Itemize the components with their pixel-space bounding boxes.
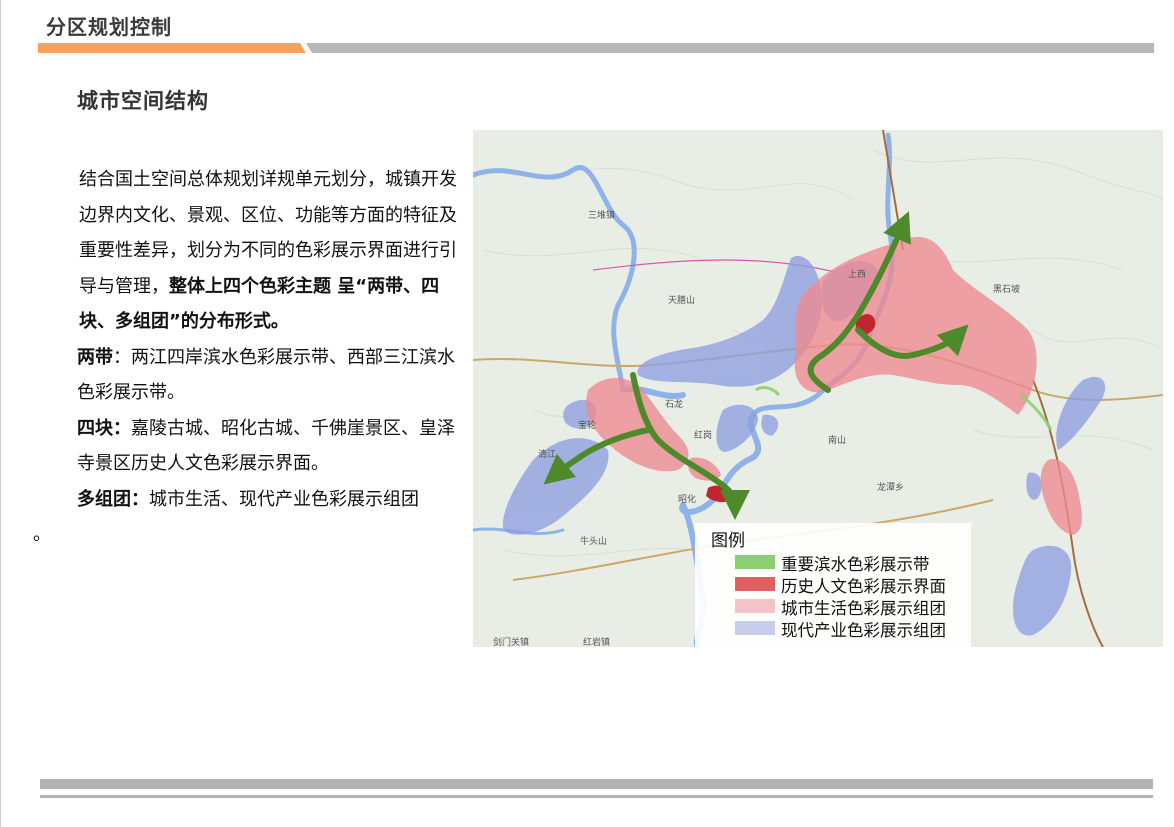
map-label-shilong: 石龙 bbox=[665, 400, 684, 410]
four-blocks-text: 嘉陵古城、昭化古城、千佛崖景区、皇泽寺景区历史人文色彩展示界面。 bbox=[77, 417, 455, 475]
spatial-structure-map: 天膳山 三堆镇 黑石坡 南山 牛头山 昭化 石龙 宝轮 清江 红岗 龙潭乡 上西… bbox=[473, 130, 1163, 647]
footer-divider-thick bbox=[40, 779, 1153, 789]
map-label-heishipo: 黑石坡 bbox=[993, 285, 1021, 295]
map-label-shangxi: 上西 bbox=[848, 270, 867, 280]
legend-swatch-living bbox=[735, 599, 775, 613]
paragraph-overview: 结合国土空间总体规划详规单元划分，城镇开发边界内文化、景观、区位、功能等方面的特… bbox=[33, 162, 461, 340]
page-header-title: 分区规划控制 bbox=[46, 15, 172, 39]
two-belts-text: ：两江四岸滨水色彩展示带、西部三江滨水色彩展示带。 bbox=[77, 346, 455, 404]
legend-swatch-historic bbox=[735, 577, 775, 591]
map-label-zhaohua: 昭化 bbox=[678, 495, 697, 505]
clusters-label: 多组团： bbox=[77, 488, 149, 510]
paragraph-four-blocks: 四块：嘉陵古城、昭化古城、千佛崖景区、皇泽寺景区历史人文色彩展示界面。 bbox=[33, 411, 461, 482]
map-label-longtan: 龙潭乡 bbox=[877, 483, 905, 493]
footer-divider-thin bbox=[40, 795, 1153, 798]
legend-title: 图例 bbox=[711, 531, 745, 551]
legend-label-living: 城市生活色彩展示组团 bbox=[781, 599, 946, 618]
clusters-tail: 。 bbox=[33, 524, 51, 545]
map-legend: 图例 重要滨水色彩展示带 历史人文色彩展示界面 城市生活色彩展示组团 现代产业色… bbox=[695, 523, 971, 647]
paragraph-tail: 。 bbox=[33, 517, 461, 553]
legend-label-waterfront: 重要滨水色彩展示带 bbox=[781, 555, 930, 574]
page-frame-edge bbox=[0, 0, 1, 827]
map-label-baolun: 宝轮 bbox=[578, 421, 597, 431]
legend-swatch-industry bbox=[735, 621, 775, 635]
clusters-text: 城市生活、现代产业色彩展示组团 bbox=[149, 488, 419, 510]
paragraph-clusters: 多组团：城市生活、现代产业色彩展示组团 bbox=[33, 482, 461, 518]
map-label-jianmen: 剑门关镇 bbox=[493, 638, 530, 647]
map-label-qingjiang: 清江 bbox=[538, 450, 557, 460]
four-blocks-label: 四块： bbox=[77, 417, 131, 439]
legend-swatch-waterfront bbox=[735, 555, 775, 569]
paragraph-two-belts: 两带：两江四岸滨水色彩展示带、西部三江滨水色彩展示带。 bbox=[33, 340, 461, 411]
legend-label-industry: 现代产业色彩展示组团 bbox=[781, 621, 946, 640]
two-belts-label: 两带 bbox=[77, 346, 113, 368]
section-title: 城市空间结构 bbox=[77, 89, 209, 113]
map-label-sanduizhen: 三堆镇 bbox=[588, 211, 616, 221]
legend-label-historic: 历史人文色彩展示界面 bbox=[781, 577, 946, 596]
map-label-hongyan: 红岩镇 bbox=[583, 638, 611, 647]
map-label-tianyi: 天膳山 bbox=[668, 296, 696, 306]
description-text: 结合国土空间总体规划详规单元划分，城镇开发边界内文化、景观、区位、功能等方面的特… bbox=[33, 162, 461, 553]
header-divider-bar bbox=[38, 43, 1154, 53]
map-label-honggang: 红岗 bbox=[694, 431, 713, 441]
map-label-nanshan: 南山 bbox=[828, 436, 847, 446]
map-label-niutoushan: 牛头山 bbox=[580, 537, 608, 547]
